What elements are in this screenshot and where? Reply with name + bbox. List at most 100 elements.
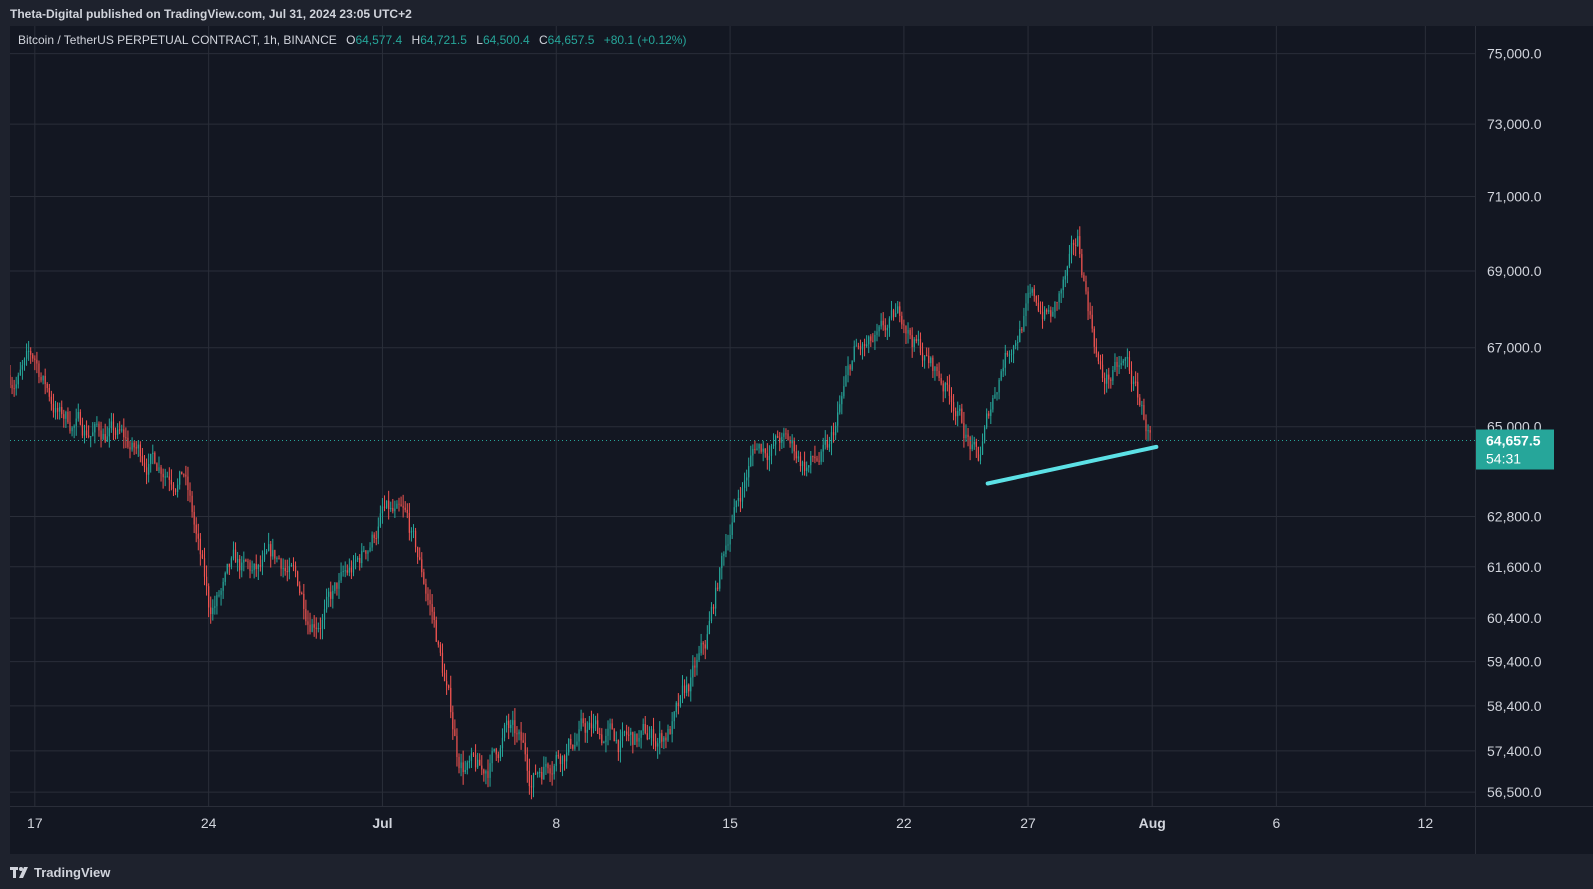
plot-background[interactable] bbox=[10, 26, 1475, 806]
candle-body bbox=[44, 375, 46, 384]
candle-body bbox=[462, 762, 464, 773]
candle-body bbox=[1143, 405, 1145, 420]
candle-body bbox=[321, 619, 324, 629]
candle-body bbox=[357, 558, 359, 560]
candle-body bbox=[336, 582, 338, 589]
candle-body bbox=[464, 769, 466, 773]
candle-body bbox=[1012, 345, 1015, 354]
x-tick-label: 15 bbox=[722, 815, 738, 831]
low-label: L bbox=[476, 33, 483, 47]
candle-body bbox=[1031, 288, 1033, 293]
candle-body bbox=[284, 567, 286, 572]
candle-body bbox=[766, 453, 768, 461]
candle-body bbox=[460, 762, 462, 769]
candle-body bbox=[30, 350, 32, 355]
candle-body bbox=[665, 737, 667, 741]
candle-body bbox=[590, 722, 593, 729]
candle-body bbox=[932, 357, 934, 371]
candle-body bbox=[646, 733, 648, 740]
candle-body bbox=[1093, 328, 1095, 347]
candle-body bbox=[1137, 381, 1139, 398]
candle-body bbox=[156, 463, 158, 471]
candle-body bbox=[669, 729, 671, 735]
candle-body bbox=[890, 310, 893, 319]
candle-body bbox=[952, 402, 955, 412]
candle-body bbox=[588, 722, 590, 730]
candle-body bbox=[1043, 309, 1046, 320]
x-tick-label: 8 bbox=[552, 815, 560, 831]
candle-body bbox=[489, 763, 491, 778]
candle-body bbox=[621, 731, 624, 741]
candle-body bbox=[425, 583, 427, 594]
candle-body bbox=[516, 733, 518, 735]
candle-body bbox=[1033, 288, 1035, 297]
candle-body bbox=[563, 755, 566, 762]
candle-body bbox=[419, 557, 421, 560]
candle-body bbox=[282, 567, 284, 569]
candle-body bbox=[189, 489, 191, 496]
candle-body bbox=[1006, 353, 1008, 355]
candle-body bbox=[969, 437, 971, 450]
candle-body bbox=[433, 611, 435, 621]
candle-body bbox=[1099, 361, 1102, 365]
time-axis-background[interactable] bbox=[10, 806, 1593, 854]
candle-body bbox=[795, 451, 797, 459]
symbol-title[interactable]: Bitcoin / TetherUS PERPETUAL CONTRACT, 1… bbox=[18, 33, 337, 47]
candle-body bbox=[779, 437, 781, 443]
candle-body bbox=[398, 503, 400, 505]
candle-body bbox=[917, 338, 920, 342]
candle-body bbox=[994, 394, 996, 398]
candle-body bbox=[210, 607, 212, 615]
candle-body bbox=[594, 720, 597, 725]
candle-body bbox=[508, 720, 510, 729]
candle-body bbox=[234, 549, 237, 563]
y-tick-label: 62,800.0 bbox=[1487, 509, 1542, 525]
candle-body bbox=[162, 473, 164, 478]
candle-body bbox=[919, 338, 922, 353]
candle-body bbox=[963, 422, 965, 439]
candle-body bbox=[311, 624, 313, 632]
candle-body bbox=[83, 430, 86, 436]
candle-body bbox=[683, 685, 686, 693]
candle-body bbox=[948, 384, 951, 396]
chart-area[interactable]: 75,000.0 73,000.0 71,000.0 69,000.0 67,000.0… bbox=[10, 26, 1593, 854]
candle-body bbox=[607, 728, 609, 736]
y-tick-label: 61,600.0 bbox=[1487, 559, 1542, 575]
candle-body bbox=[104, 434, 106, 442]
candle-body bbox=[390, 507, 392, 510]
candle-body bbox=[752, 448, 754, 456]
candle-body bbox=[32, 354, 34, 359]
candle-body bbox=[729, 534, 731, 545]
candle-body bbox=[1064, 275, 1066, 280]
candle-body bbox=[125, 437, 127, 439]
candle-body bbox=[524, 742, 526, 755]
candle-body bbox=[278, 557, 280, 559]
tradingview-brand[interactable]: TradingView bbox=[10, 865, 110, 880]
candle-body bbox=[294, 566, 297, 572]
candle-body bbox=[657, 743, 659, 747]
price-chart[interactable]: 75,000.0 73,000.0 71,000.0 69,000.0 67,000.0… bbox=[10, 26, 1593, 854]
candle-body bbox=[435, 620, 437, 642]
candle-body bbox=[1079, 236, 1081, 255]
candle-body bbox=[652, 729, 655, 742]
candle-body bbox=[296, 571, 299, 586]
candle-body bbox=[46, 383, 48, 389]
candle-body bbox=[623, 731, 626, 733]
price-axis-background[interactable] bbox=[1475, 26, 1593, 806]
candle-body bbox=[348, 567, 350, 573]
candle-body bbox=[903, 324, 905, 326]
candle-body bbox=[501, 737, 504, 749]
candle-body bbox=[572, 744, 574, 749]
candle-body bbox=[197, 533, 199, 539]
candle-body bbox=[42, 375, 44, 381]
candle-body bbox=[619, 740, 622, 753]
candle-body bbox=[299, 585, 301, 594]
candle-body bbox=[503, 725, 506, 738]
candle-body bbox=[756, 448, 758, 451]
candle-body bbox=[926, 355, 928, 357]
candle-body bbox=[50, 396, 53, 404]
candle-body bbox=[1070, 242, 1073, 254]
candle-body bbox=[441, 652, 444, 673]
x-tick-label: 6 bbox=[1272, 815, 1280, 831]
candle-body bbox=[71, 427, 73, 432]
